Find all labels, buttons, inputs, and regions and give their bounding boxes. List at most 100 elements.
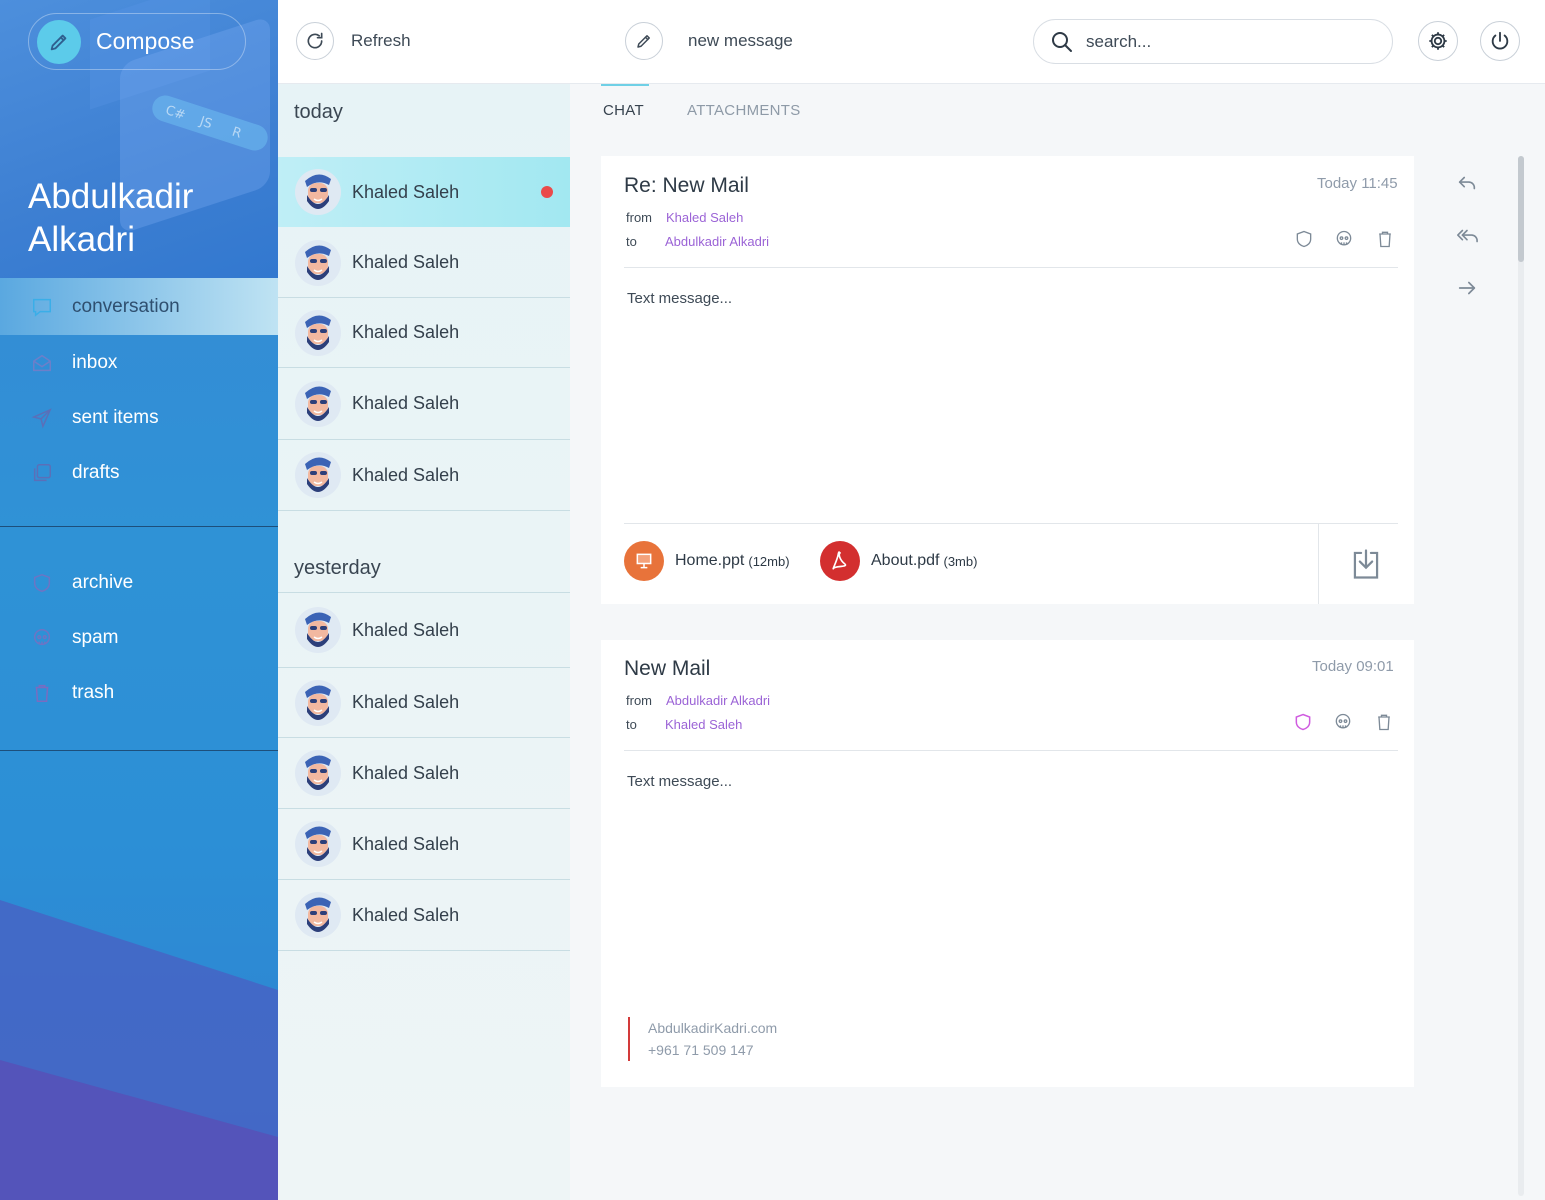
header-divider <box>624 267 1398 268</box>
contact-name: Khaled Saleh <box>352 252 460 272</box>
delete-button[interactable] <box>1374 228 1396 250</box>
conversation-item[interactable]: Khaled Saleh <box>278 368 570 440</box>
skull-icon <box>1335 713 1351 729</box>
email-signature: AbdulkadirKadri.com +961 71 509 147 <box>628 1017 777 1061</box>
reply-all-icon <box>1457 229 1478 243</box>
attachment-item[interactable]: Home.ppt (12mb) <box>624 541 790 581</box>
attachment-size: (3mb) <box>943 553 978 569</box>
message-time: Today 11:45 <box>1317 175 1398 192</box>
conversation-item[interactable]: Khaled Saleh <box>278 738 570 809</box>
conversation-item[interactable]: Khaled Saleh <box>278 157 570 227</box>
from-label: from <box>626 210 652 225</box>
contact-name: Khaled Saleh <box>352 181 460 202</box>
attachment-size: (12mb) <box>748 553 790 569</box>
trash-icon <box>30 681 54 705</box>
attachments-divider <box>624 523 1398 524</box>
tab-attachments[interactable]: ATTACHMENTS <box>687 84 801 138</box>
conversation-item[interactable]: Khaled Saleh <box>278 593 570 668</box>
svg-text:C#: C# <box>163 103 187 123</box>
conversation-item[interactable]: Khaled Saleh <box>278 809 570 880</box>
reply-button[interactable] <box>1454 170 1480 196</box>
profile-header: C# JS R Compose Abdulkadir Alkadri <box>0 0 278 278</box>
nav-item-sent[interactable]: sent items <box>0 390 278 445</box>
message-subject: Re: New Mail <box>624 174 749 197</box>
archive-button[interactable] <box>1293 228 1315 250</box>
power-icon <box>1491 31 1509 50</box>
group-label-yesterday: yesterday <box>294 557 381 579</box>
reply-icon <box>1458 176 1476 190</box>
nav-item-drafts[interactable]: drafts <box>0 445 278 500</box>
send-icon <box>30 406 54 430</box>
nav-item-trash[interactable]: trash <box>0 665 278 720</box>
svg-text:R: R <box>230 125 243 142</box>
compose-button[interactable]: Compose <box>28 13 246 70</box>
logout-button[interactable] <box>1480 21 1520 61</box>
avatar <box>295 380 341 427</box>
message-card: Re: New Mail Today 11:45 from Khaled Sal… <box>601 156 1414 604</box>
nav-item-conversation[interactable]: conversation <box>0 278 278 335</box>
nav-label: conversation <box>72 295 180 317</box>
forward-button[interactable] <box>1454 275 1480 301</box>
sender-name[interactable]: Abdulkadir Alkadri <box>666 693 770 708</box>
spam-button[interactable] <box>1332 711 1354 733</box>
contact-name: Khaled Saleh <box>352 904 460 925</box>
conversation-item[interactable]: Khaled Saleh <box>278 298 570 368</box>
message-body: Text message... <box>627 773 733 790</box>
to-label: to <box>626 234 637 249</box>
trash-icon <box>1378 714 1390 731</box>
avatar <box>295 892 341 938</box>
skull-icon <box>1336 230 1352 246</box>
shield-icon <box>30 571 54 595</box>
top-toolbar: Refresh new message <box>278 0 1545 84</box>
search-box[interactable] <box>1033 19 1393 64</box>
conversation-item[interactable]: Khaled Saleh <box>278 228 570 298</box>
download-icon <box>1353 549 1379 579</box>
conversation-item[interactable]: Khaled Saleh <box>278 880 570 951</box>
nav-item-inbox[interactable]: inbox <box>0 335 278 390</box>
sidebar-divider <box>0 750 278 751</box>
attachment-name: About.pdf <box>871 552 940 569</box>
recipient-name[interactable]: Abdulkadir Alkadri <box>665 234 769 249</box>
delete-button[interactable] <box>1373 711 1395 733</box>
conversation-list: today Khaled Saleh Khaled Saleh Khaled S… <box>278 84 570 1200</box>
presentation-icon <box>624 541 664 581</box>
refresh-label[interactable]: Refresh <box>351 31 411 51</box>
new-message-button[interactable] <box>625 22 663 60</box>
shield-icon <box>1296 230 1312 248</box>
download-all-button[interactable] <box>1318 524 1413 604</box>
tab-chat[interactable]: CHAT <box>601 84 649 138</box>
nav-label: sent items <box>72 406 159 428</box>
to-label: to <box>626 717 637 732</box>
contact-name: Khaled Saleh <box>352 322 460 342</box>
search-input[interactable] <box>1086 31 1366 52</box>
header-divider <box>624 750 1398 751</box>
shield-icon <box>1295 713 1311 731</box>
conversation-item[interactable]: Khaled Saleh <box>278 440 570 511</box>
message-view: CHAT ATTACHMENTS Re: New Mail Today 11:4… <box>570 84 1545 1200</box>
pencil-icon <box>37 19 81 64</box>
scrollbar-thumb[interactable] <box>1518 156 1524 262</box>
settings-button[interactable] <box>1418 21 1458 61</box>
skull-icon <box>30 626 54 650</box>
conversation-item[interactable]: Khaled Saleh <box>278 668 570 738</box>
signature-phone: +961 71 509 147 <box>648 1042 754 1058</box>
scrollbar[interactable] <box>1518 156 1524 1196</box>
nav-item-spam[interactable]: spam <box>0 610 278 665</box>
signature-website[interactable]: AbdulkadirKadri.com <box>648 1017 777 1039</box>
contact-name: Khaled Saleh <box>352 692 460 712</box>
new-message-label[interactable]: new message <box>688 31 793 51</box>
spam-button[interactable] <box>1333 228 1355 250</box>
nav-item-archive[interactable]: archive <box>0 555 278 610</box>
attachment-item[interactable]: About.pdf (3mb) <box>820 541 977 581</box>
message-subject: New Mail <box>624 657 711 680</box>
message-body: Text message... <box>627 290 733 307</box>
reply-all-button[interactable] <box>1454 223 1480 249</box>
refresh-button[interactable] <box>296 22 334 60</box>
user-first-name: Abdulkadir <box>28 177 194 216</box>
from-label: from <box>626 693 652 708</box>
sender-name[interactable]: Khaled Saleh <box>666 210 743 225</box>
avatar <box>295 750 341 796</box>
nav-label: spam <box>72 626 119 648</box>
recipient-name[interactable]: Khaled Saleh <box>665 717 742 732</box>
archive-button[interactable] <box>1292 711 1314 733</box>
